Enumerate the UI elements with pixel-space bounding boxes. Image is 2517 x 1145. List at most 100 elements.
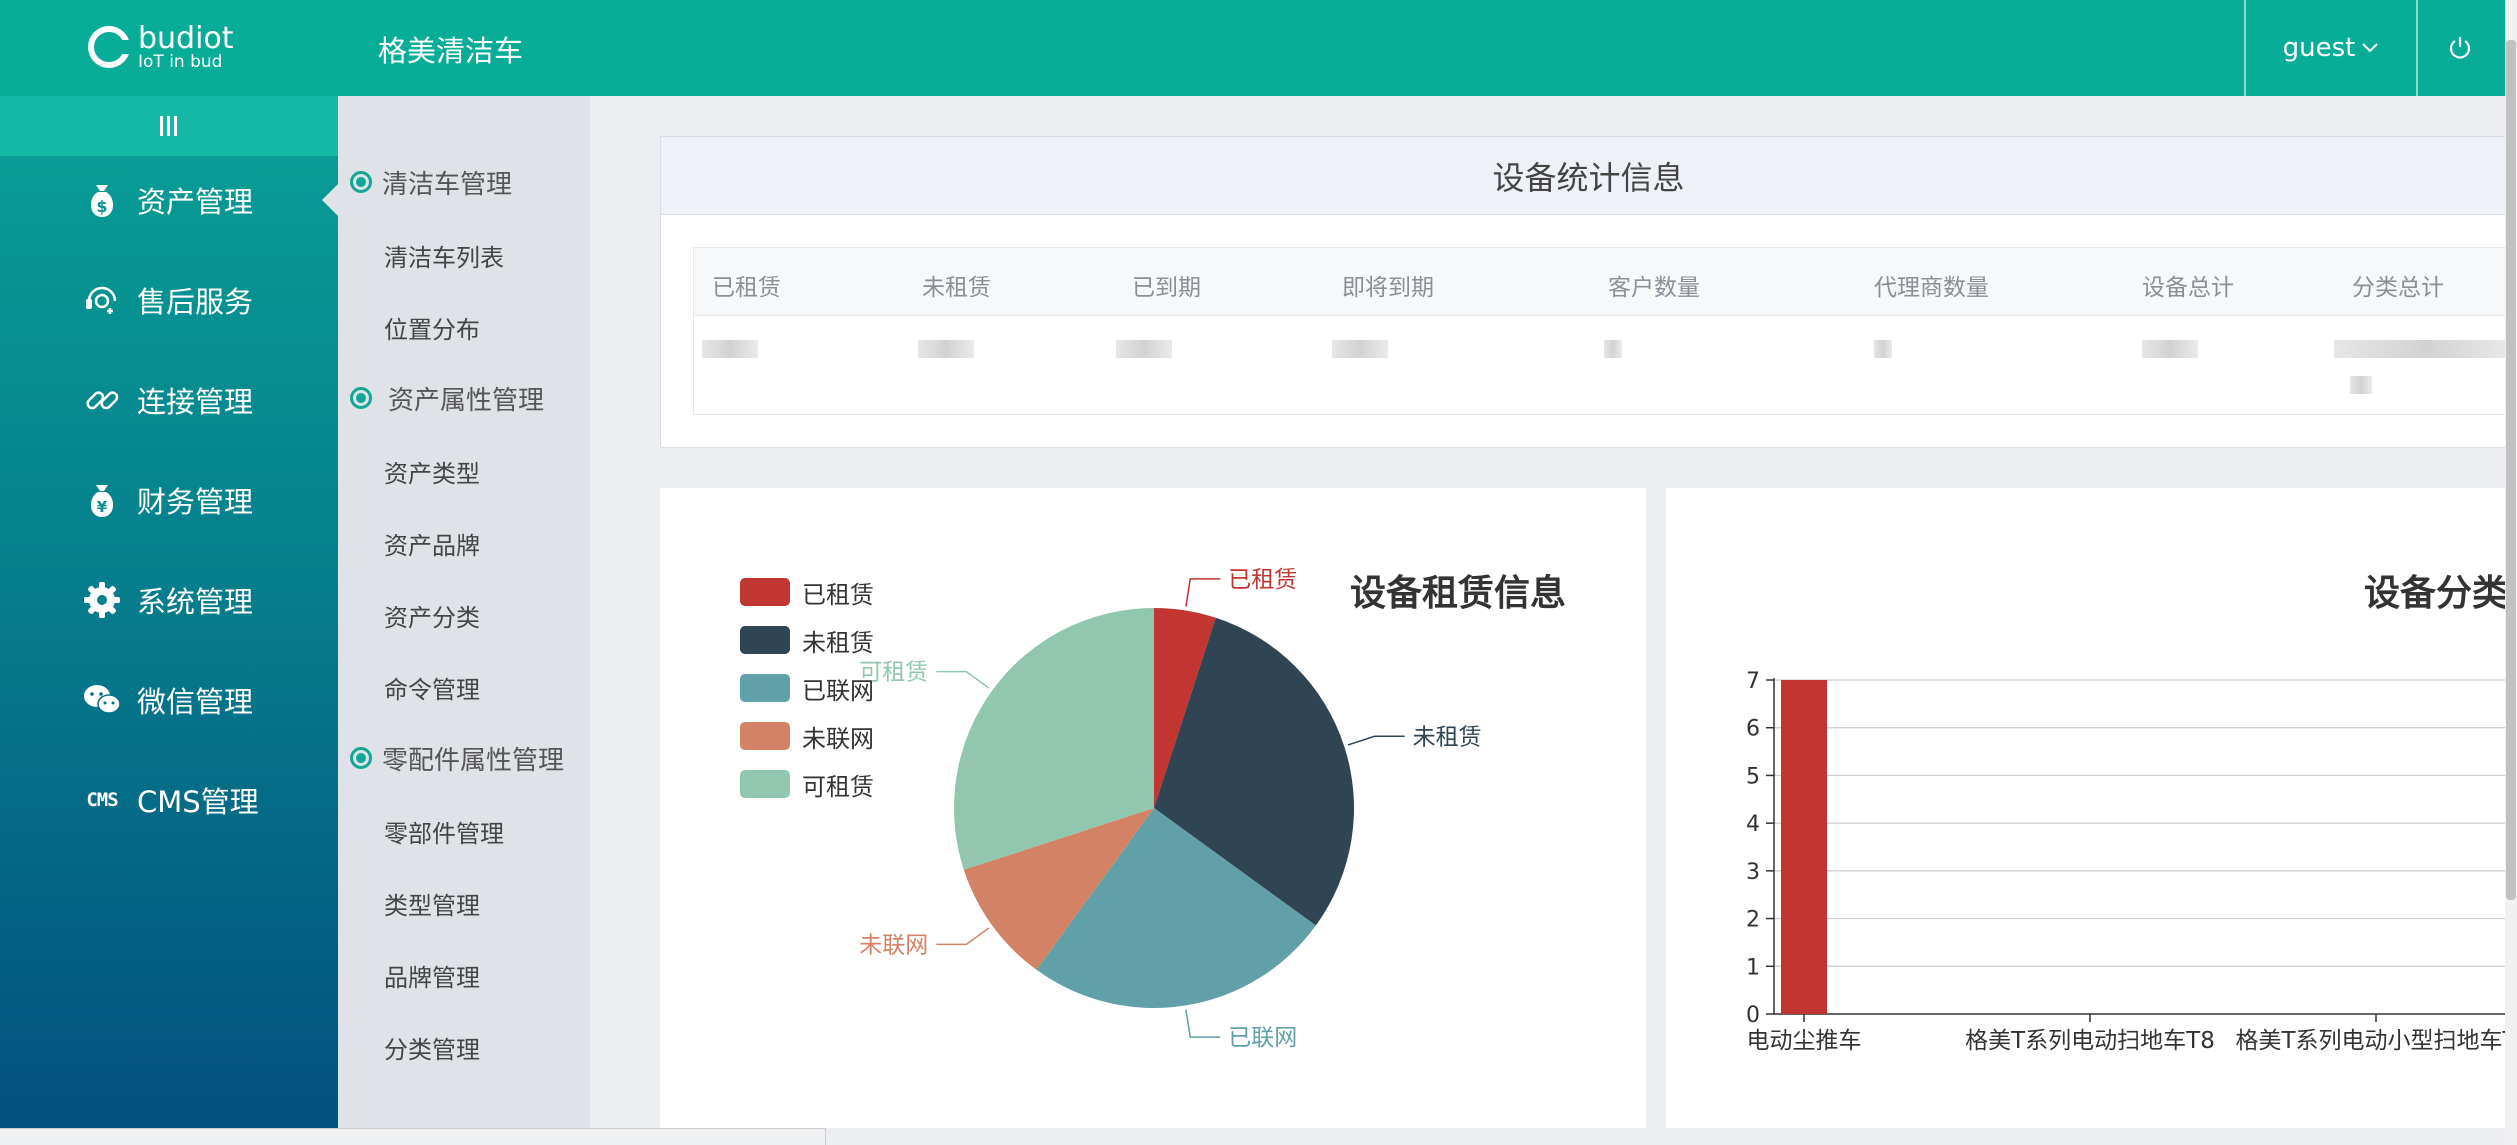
- nav-item-label: 资产管理: [137, 185, 254, 219]
- submenu-group-cleaner[interactable]: 清洁车管理: [350, 162, 512, 202]
- scrollbar-thumb[interactable]: [2506, 40, 2516, 900]
- blurred-value: [1332, 340, 1388, 358]
- y-tick-label: 6: [1746, 717, 1760, 742]
- bar-chart: 0 1 2 3 4 5 6 7 电动尘推车 格美T系列电动扫地车T8 格美T系列电动小型扫地车T: [1746, 669, 2505, 1054]
- logo-icon: [88, 26, 130, 68]
- submenu-item[interactable]: 资产分类: [384, 598, 480, 633]
- link-icon: [82, 380, 122, 420]
- blurred-value: [2142, 340, 2198, 358]
- cms-icon: CMS: [86, 789, 118, 811]
- svg-text:¥: ¥: [97, 498, 108, 516]
- logo-name: budiot: [138, 20, 234, 56]
- submenu-group-label: 清洁车管理: [382, 169, 513, 200]
- blurred-value: [1116, 340, 1172, 358]
- blurred-value: [2350, 376, 2372, 394]
- left-nav: $ 资产管理 售后服务 连接管理 ¥ 财务管理 系统管理 微信管理 CMS CM…: [0, 96, 338, 1145]
- submenu-group-label: 资产属性管理: [388, 385, 545, 416]
- chevron-down-icon: [2362, 43, 2379, 53]
- pie-label-line: [1185, 578, 1221, 607]
- stats-header-row: 已租赁 未租赁 已到期 即将到期 客户数量 代理商数量 设备总计 分类总计: [694, 248, 2517, 316]
- submenu-item[interactable]: 资产类型: [384, 454, 480, 489]
- stats-title: 设备统计信息: [661, 137, 2516, 215]
- y-tick-label: 7: [1746, 669, 1760, 694]
- nav-item-asset[interactable]: $ 资产管理: [0, 160, 338, 240]
- submenu-item[interactable]: 品牌管理: [384, 958, 480, 993]
- y-tick-label: 1: [1746, 955, 1760, 980]
- blurred-value: [1874, 340, 1892, 358]
- radio-icon: [350, 387, 372, 409]
- pie-label-line: [1347, 735, 1405, 746]
- bar[interactable]: [1781, 680, 1827, 1014]
- column-header: 已租赁: [712, 275, 781, 301]
- svg-text:$: $: [96, 197, 107, 216]
- nav-item-label: 售后服务: [137, 285, 254, 319]
- submenu-item[interactable]: 零部件管理: [384, 814, 504, 849]
- power-icon: [2449, 37, 2471, 59]
- submenu: 清洁车管理 清洁车列表 位置分布 资产属性管理 资产类型 资产品牌 资产分类 命…: [338, 96, 590, 1145]
- column-header: 分类总计: [2352, 275, 2444, 301]
- column-header: 已到期: [1132, 275, 1201, 301]
- support-icon: [82, 280, 122, 320]
- nav-item-wechat[interactable]: 微信管理: [0, 660, 338, 740]
- submenu-item[interactable]: 位置分布: [384, 310, 480, 345]
- pie-chart: 已租赁未租赁已联网 未联网 可租赁: [859, 567, 1482, 1051]
- nav-item-system[interactable]: 系统管理: [0, 560, 338, 640]
- blurred-value: [2334, 340, 2517, 358]
- y-tick-label: 5: [1746, 764, 1760, 789]
- user-name: guest: [2282, 33, 2356, 63]
- column-header: 即将到期: [1342, 275, 1434, 301]
- y-tick-label: 0: [1746, 1003, 1760, 1028]
- wechat-icon: [82, 680, 122, 720]
- nav-item-service[interactable]: 售后服务: [0, 260, 338, 340]
- radio-icon: [350, 171, 372, 193]
- blurred-value: [702, 340, 758, 358]
- submenu-item[interactable]: 资产品牌: [384, 526, 480, 561]
- blurred-value: [918, 340, 974, 358]
- x-tick-label: 格美T系列电动扫地车T8: [1965, 1028, 2215, 1054]
- logo[interactable]: budiot IoT in bud: [88, 20, 238, 74]
- submenu-item[interactable]: 清洁车列表: [384, 238, 504, 273]
- stats-table: 已租赁 未租赁 已到期 即将到期 客户数量 代理商数量 设备总计 分类总计: [693, 247, 2517, 415]
- gear-icon: [82, 580, 122, 620]
- nav-item-connection[interactable]: 连接管理: [0, 360, 338, 440]
- x-tick-label: 格美T系列电动小型扫地车T: [2235, 1028, 2505, 1054]
- user-menu[interactable]: guest: [2246, 0, 2416, 96]
- submenu-group-asset-attr[interactable]: 资产属性管理: [350, 378, 544, 418]
- submenu-item[interactable]: 类型管理: [384, 886, 480, 921]
- pie-label: 未租赁: [1413, 724, 1482, 750]
- y-tick-label: 2: [1746, 908, 1760, 933]
- logout-button[interactable]: [2418, 0, 2502, 96]
- collapse-menu-button[interactable]: [0, 96, 338, 156]
- nav-item-finance[interactable]: ¥ 财务管理: [0, 460, 338, 540]
- blurred-value: [1604, 340, 1622, 358]
- nav-item-label: CMS管理: [137, 785, 259, 819]
- pie-label: 已联网: [1228, 1025, 1297, 1051]
- money-bag-icon: $: [82, 180, 122, 220]
- nav-item-label: 连接管理: [137, 385, 254, 419]
- column-header: 代理商数量: [1874, 275, 1989, 301]
- category-chart-panel: 设备分类 0 1 2 3 4 5 6 7 电动尘推车 格美T系列电动扫地车T8 格美T系列电动小型扫…: [1666, 488, 2505, 1128]
- column-header: 设备总计: [2142, 275, 2234, 301]
- pie-label: 可租赁: [859, 660, 928, 686]
- app-title: 格美清洁车: [378, 34, 524, 68]
- logo-tagline: IoT in bud: [138, 51, 223, 72]
- pie-label-line: [936, 670, 990, 689]
- submenu-item[interactable]: 分类管理: [384, 1030, 480, 1065]
- yuan-bag-icon: ¥: [82, 480, 122, 520]
- x-tick-label: 电动尘推车: [1747, 1028, 1862, 1054]
- submenu-group-parts-attr[interactable]: 零配件属性管理: [350, 738, 564, 778]
- pie-label-line: [1185, 1009, 1221, 1038]
- pie-label: 已租赁: [1228, 567, 1297, 593]
- pie-label: 未联网: [859, 932, 928, 958]
- column-header: 客户数量: [1608, 275, 1700, 301]
- nav-item-label: 微信管理: [137, 685, 254, 719]
- submenu-item[interactable]: 命令管理: [384, 670, 480, 705]
- submenu-group-label: 零配件属性管理: [382, 745, 565, 776]
- y-tick-label: 4: [1746, 812, 1760, 837]
- radio-icon: [350, 747, 372, 769]
- column-header: 未租赁: [922, 275, 991, 301]
- nav-item-cms[interactable]: CMS CMS管理: [0, 760, 338, 840]
- menu-bars-icon: [160, 116, 177, 136]
- rental-chart-panel: 设备租赁信息 已租赁 未租赁 已联网 未联网 可租赁 已租赁 未租赁 已联网 未联网可…: [660, 488, 1646, 1128]
- top-bar: budiot IoT in bud 格美清洁车 guest: [0, 0, 2517, 96]
